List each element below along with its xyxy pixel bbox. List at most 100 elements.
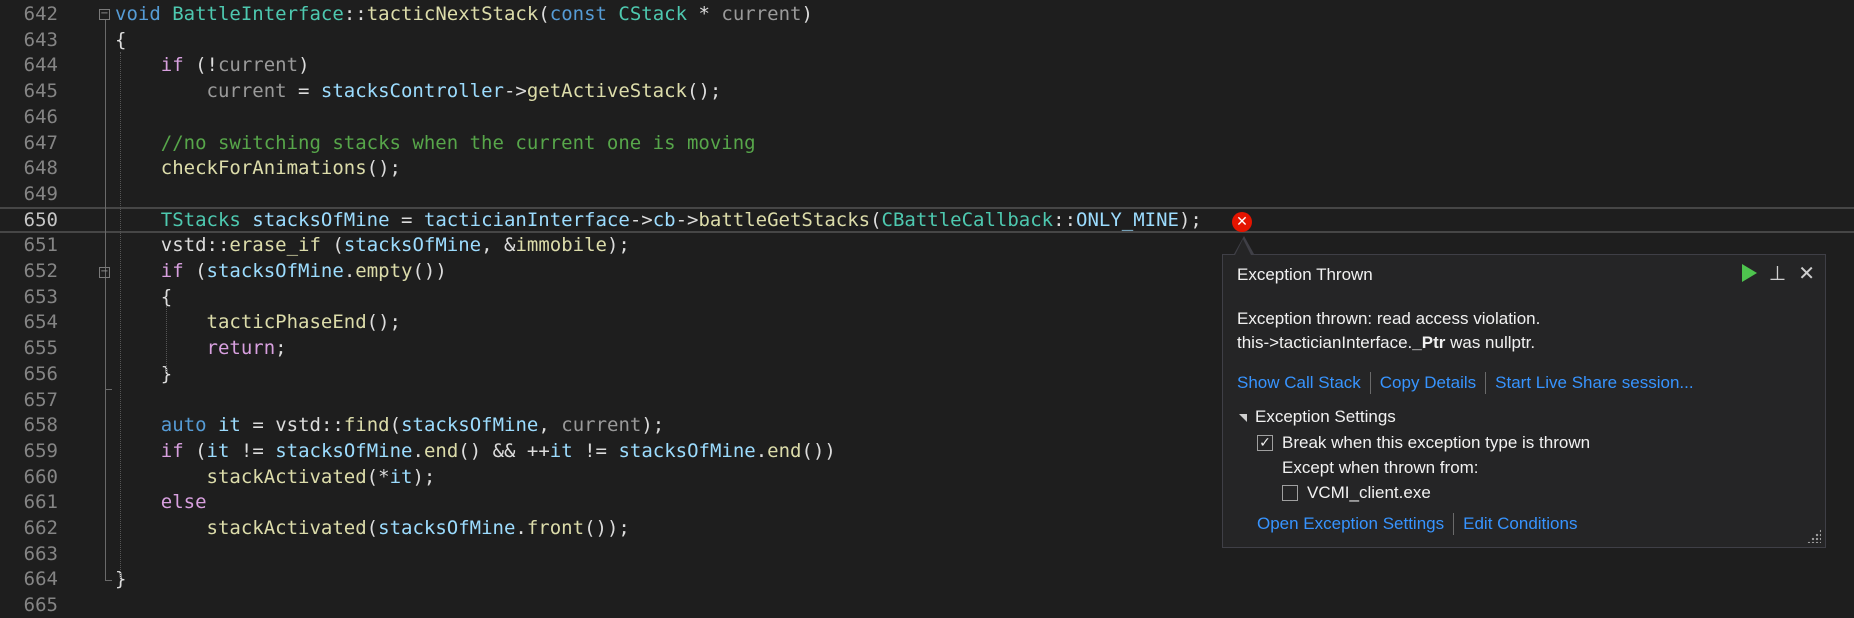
except-label-row: Except when thrown from:: [1282, 458, 1479, 478]
live-share-link[interactable]: Start Live Share session...: [1495, 373, 1693, 393]
code-line[interactable]: 646: [0, 104, 1854, 130]
code-token: );: [606, 234, 630, 257]
code-token: .: [755, 439, 768, 462]
code-token: stackActivated: [206, 465, 367, 488]
pin-icon[interactable]: ⊥: [1769, 263, 1786, 283]
code-text[interactable]: if (!current): [115, 52, 310, 78]
code-text[interactable]: //no switching stacks when the current o…: [115, 130, 756, 156]
code-line[interactable]: 665: [0, 592, 1854, 618]
code-token: current: [217, 54, 299, 77]
code-text[interactable]: stackActivated(stacksOfMine.front());: [115, 515, 630, 541]
code-text[interactable]: return;: [115, 335, 287, 361]
code-token: }: [115, 362, 173, 385]
code-token: (: [870, 208, 882, 231]
popup-pointer-inner: [1235, 239, 1251, 255]
code-line[interactable]: 650 TStacks stacksOfMine = tacticianInte…: [0, 206, 1854, 233]
code-token: it: [217, 414, 241, 437]
close-icon[interactable]: ✕: [1798, 263, 1815, 283]
code-token: else: [160, 491, 207, 514]
break-checkbox-row[interactable]: ✓ Break when this exception type is thro…: [1257, 433, 1590, 453]
code-token: ();: [366, 157, 401, 180]
code-text[interactable]: if (stacksOfMine.empty()): [115, 258, 447, 284]
code-text[interactable]: if (it != stacksOfMine.end() && ++it != …: [115, 438, 836, 464]
code-token: BattleInterface: [172, 3, 344, 25]
code-line[interactable]: 649: [0, 181, 1854, 207]
code-token: ): [801, 3, 813, 25]
code-text[interactable]: }: [115, 361, 172, 387]
open-exception-settings-link[interactable]: Open Exception Settings: [1257, 514, 1444, 534]
code-text[interactable]: {: [115, 284, 172, 310]
code-token: battleGetStacks: [698, 208, 871, 231]
code-token: ::: [343, 3, 367, 25]
module-checkbox-row[interactable]: VCMI_client.exe: [1282, 483, 1431, 503]
code-text[interactable]: void BattleInterface::tacticNextStack(co…: [115, 1, 813, 27]
exception-settings-header[interactable]: Exception Settings: [1239, 407, 1396, 427]
code-text[interactable]: checkForAnimations();: [115, 155, 401, 181]
code-line[interactable]: 645 current = stacksController->getActiv…: [0, 78, 1854, 104]
edit-conditions-link[interactable]: Edit Conditions: [1463, 514, 1577, 534]
fold-toggle-function[interactable]: −: [99, 9, 110, 20]
message-bold: _Ptr: [1412, 333, 1446, 352]
error-circle-icon[interactable]: ✕: [1232, 212, 1252, 232]
code-line[interactable]: 664}: [0, 566, 1854, 592]
code-token: auto: [160, 414, 207, 437]
code-token: ->: [675, 208, 699, 231]
code-line[interactable]: 643 {: [0, 27, 1854, 53]
code-line[interactable]: 644 if (!current): [0, 52, 1854, 78]
code-token: ): [298, 54, 310, 77]
line-number: 650: [23, 208, 58, 231]
code-token: current: [561, 414, 642, 437]
code-token: () && ++: [458, 439, 550, 462]
code-token: (!: [183, 54, 218, 77]
code-line[interactable]: 642 void BattleInterface::tacticNextStack…: [0, 1, 1854, 27]
fold-toggle-if[interactable]: −: [99, 267, 110, 278]
code-text[interactable]: stackActivated(*it);: [115, 464, 436, 490]
code-token: .: [515, 517, 527, 539]
code-text[interactable]: else: [115, 489, 207, 515]
code-token: stacksOfMine: [618, 439, 756, 462]
code-token: if: [160, 54, 184, 77]
code-token: erase_if: [229, 234, 321, 257]
exception-message: Exception thrown: read access violation.…: [1237, 307, 1540, 355]
code-token: );: [412, 465, 436, 488]
code-line[interactable]: 647 //no switching stacks when the curre…: [0, 130, 1854, 156]
fold-line-if-end: [105, 389, 112, 390]
code-token: stacksOfMine: [401, 414, 539, 437]
copy-details-link[interactable]: Copy Details: [1380, 373, 1476, 393]
play-icon[interactable]: [1741, 264, 1757, 282]
code-token: =: [389, 208, 424, 231]
code-text[interactable]: auto it = vstd::find(stacksOfMine, curre…: [115, 412, 664, 438]
line-number: 645: [23, 80, 58, 103]
module-checkbox[interactable]: [1282, 485, 1298, 501]
break-checkbox[interactable]: ✓: [1257, 435, 1273, 451]
code-text[interactable]: current = stacksController->getActiveSta…: [115, 78, 722, 104]
code-token: ::: [1053, 208, 1077, 231]
break-label: Break when this exception type is thrown: [1282, 433, 1591, 452]
resize-grip-icon[interactable]: [1807, 529, 1821, 543]
code-text[interactable]: vstd::erase_if (stacksOfMine, &immobile)…: [115, 232, 630, 258]
show-call-stack-link[interactable]: Show Call Stack: [1237, 373, 1361, 393]
code-line[interactable]: 648 checkForAnimations();: [0, 155, 1854, 181]
code-token: stacksController: [320, 80, 504, 103]
line-number: 648: [23, 157, 58, 180]
code-token: checkForAnimations: [160, 157, 367, 180]
code-token: .: [343, 260, 356, 282]
code-text[interactable]: TStacks stacksOfMine = tacticianInterfac…: [115, 209, 1202, 231]
code-token: void: [115, 3, 161, 25]
code-text[interactable]: tacticPhaseEnd();: [115, 309, 401, 335]
code-token: immobile: [515, 234, 607, 257]
code-text[interactable]: {: [115, 27, 126, 53]
code-token: =: [240, 414, 276, 437]
code-token: );: [641, 414, 665, 437]
code-token: stacksOfMine: [378, 517, 516, 539]
fold-line-end: [105, 580, 112, 581]
code-token: ();: [687, 80, 722, 103]
popup-title: Exception Thrown: [1237, 265, 1373, 284]
